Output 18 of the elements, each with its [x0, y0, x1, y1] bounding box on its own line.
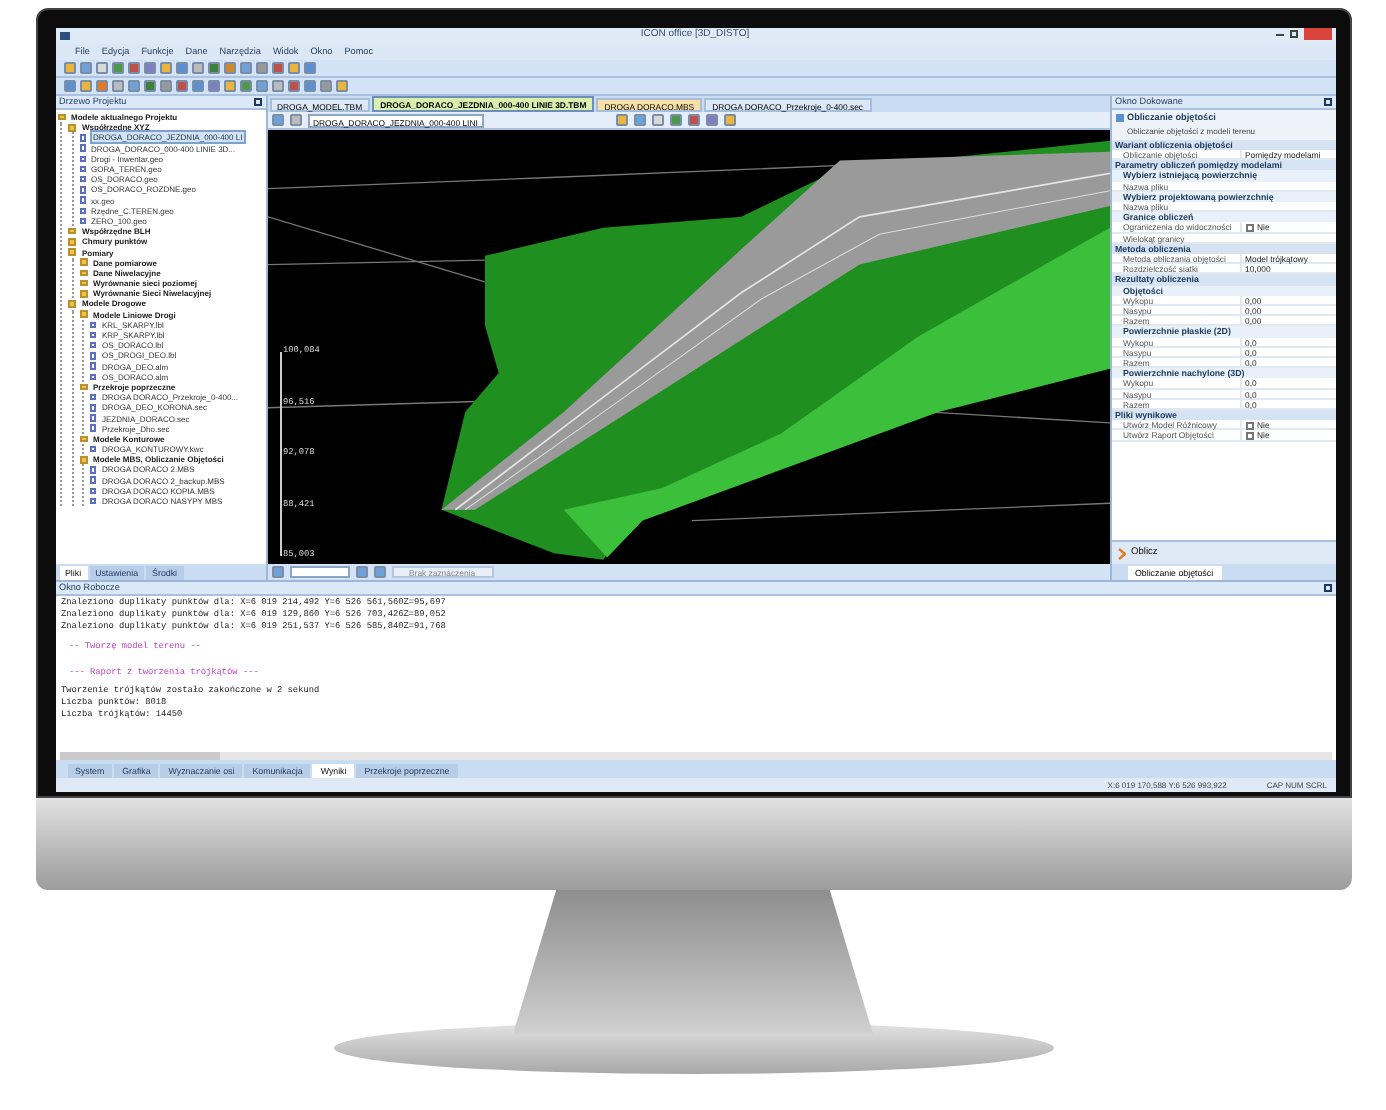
checkbox[interactable]	[1245, 223, 1253, 232]
toolbar-icon[interactable]	[271, 566, 283, 578]
folder-icon	[79, 456, 87, 464]
close-icon[interactable]	[253, 98, 261, 106]
close-button[interactable]	[1303, 28, 1331, 40]
close-icon[interactable]	[1323, 584, 1331, 592]
view-select[interactable]	[289, 566, 349, 578]
chevron-icon	[1117, 547, 1125, 559]
tool-icon	[1115, 114, 1123, 122]
checkbox[interactable]	[1245, 431, 1253, 440]
file-icon	[90, 445, 96, 453]
close-icon[interactable]	[1323, 98, 1331, 106]
folder-icon	[79, 383, 87, 391]
scrollbar[interactable]	[59, 752, 1331, 760]
folder-icon	[79, 435, 87, 443]
maximize-icon[interactable]	[1289, 30, 1297, 38]
app-icon	[59, 32, 69, 40]
checkbox[interactable]	[1245, 421, 1253, 430]
